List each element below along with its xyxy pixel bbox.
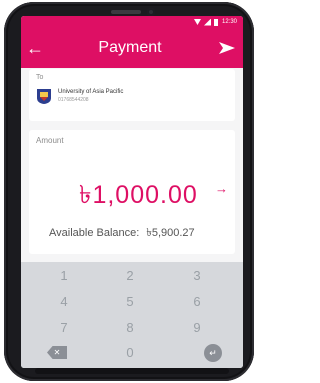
amount-input[interactable]: ৳1,000.00 <box>79 175 198 218</box>
keypad-key-9[interactable]: 9 <box>169 317 225 339</box>
keypad-key-4[interactable]: 4 <box>36 291 92 313</box>
recipient-phone: 01768544208 <box>58 97 89 103</box>
enter-icon[interactable]: ↵ <box>204 344 222 362</box>
signal-icon <box>203 18 211 26</box>
keypad-key-7[interactable]: 7 <box>36 317 92 339</box>
screen: 12:30 ← Payment To University of Asia Pa… <box>21 16 243 368</box>
phone-camera <box>147 8 155 16</box>
status-bar: 12:30 <box>21 16 243 28</box>
university-logo-icon <box>36 87 52 105</box>
recipient-label: To <box>36 74 44 81</box>
amount-label: Amount <box>36 136 64 145</box>
recipient-name: University of Asia Pacific <box>58 89 124 95</box>
send-plane-icon <box>219 42 235 54</box>
wifi-icon <box>193 19 201 25</box>
phone-speaker <box>111 10 141 14</box>
page-title: Payment <box>98 39 162 56</box>
status-time: 12:30 <box>221 19 237 25</box>
back-arrow-icon[interactable]: ← <box>21 39 49 57</box>
keypad-key-1[interactable]: 1 <box>36 265 92 287</box>
backspace-icon[interactable]: ✕ <box>47 346 67 359</box>
battery-icon <box>213 18 218 26</box>
keypad-key-2[interactable]: 2 <box>102 265 158 287</box>
keypad-key-0[interactable]: 0 <box>102 342 158 364</box>
available-balance: Available Balance: ৳5,900.27 <box>49 224 195 243</box>
keypad-key-8[interactable]: 8 <box>102 317 158 339</box>
balance-value: ৳5,900.27 <box>146 227 195 239</box>
phone-frame: 12:30 ← Payment To University of Asia Pa… <box>4 2 254 381</box>
amount-card: Amount ৳1,000.00 → Available Balance: ৳5… <box>29 130 235 254</box>
phone-bottom-bar <box>35 368 229 374</box>
keypad-key-6[interactable]: 6 <box>169 291 225 313</box>
balance-label: Available Balance: <box>49 227 140 239</box>
recipient-card[interactable]: To University of Asia Pacific 0176854420… <box>29 69 235 121</box>
app-header: ← Payment <box>21 28 243 68</box>
send-icon[interactable] <box>211 41 243 55</box>
keypad-key-5[interactable]: 5 <box>102 291 158 313</box>
proceed-arrow-icon[interactable]: → <box>215 181 228 196</box>
status-icons <box>193 18 218 26</box>
numeric-keypad: 1 2 3 4 5 6 7 8 9 0 ✕ ↵ <box>21 262 243 368</box>
keypad-key-3[interactable]: 3 <box>169 265 225 287</box>
